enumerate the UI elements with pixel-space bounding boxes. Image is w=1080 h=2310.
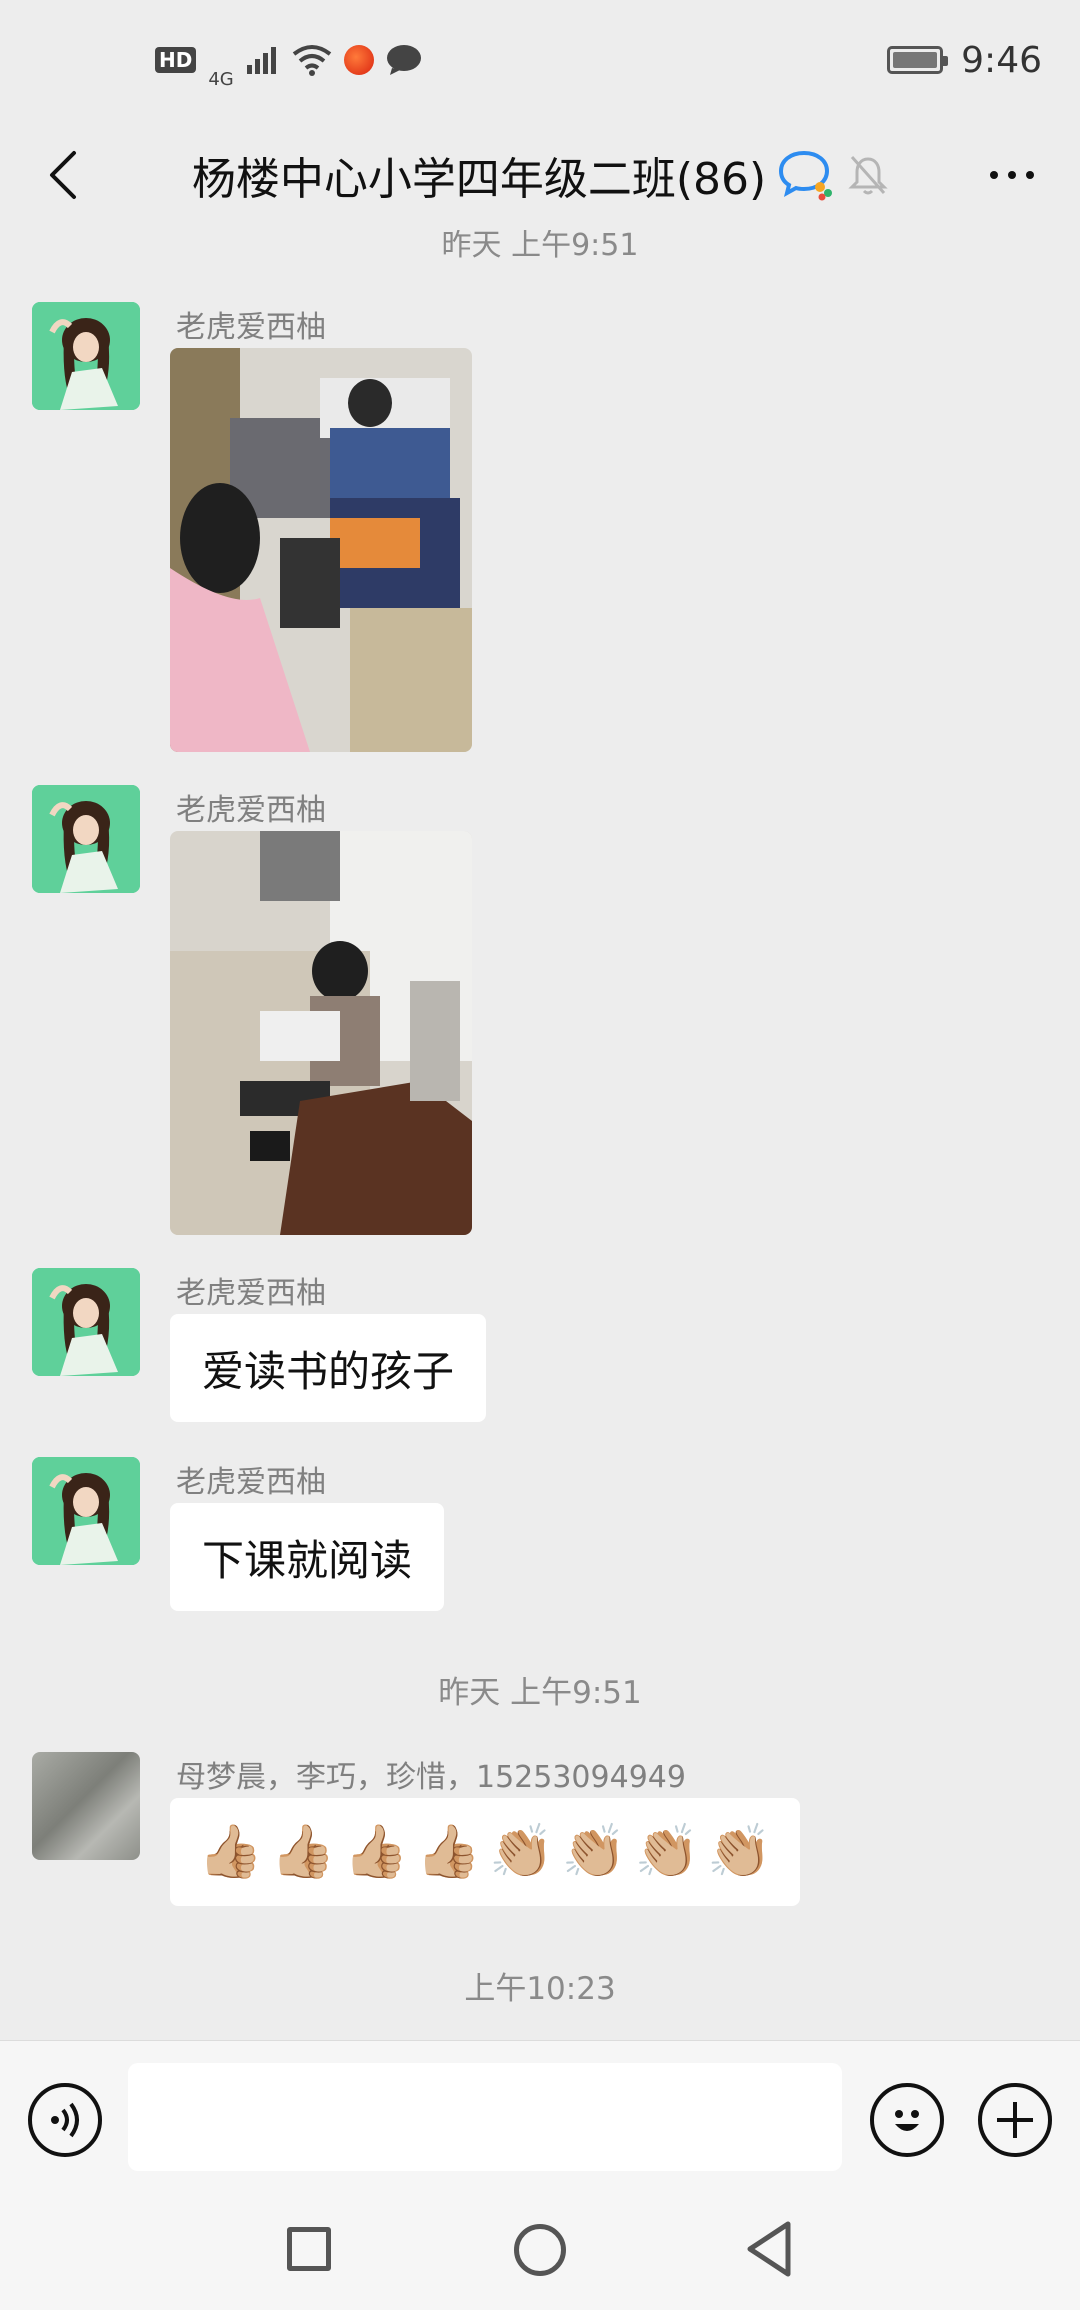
timestamp: 上午10:23 bbox=[464, 1971, 616, 2007]
status-bar: HD 4G 9:46 bbox=[0, 0, 1080, 120]
back-arrow-icon bbox=[50, 151, 76, 199]
chat-title: 杨楼中心小学四年级二班(86) bbox=[191, 154, 767, 205]
signal-icon bbox=[246, 47, 276, 74]
thumbs-up-emoji: 👍🏼 bbox=[198, 1822, 263, 1882]
wifi-icon bbox=[292, 45, 331, 76]
avatar[interactable] bbox=[32, 1268, 140, 1376]
sender-name: 老虎爱西柚 bbox=[176, 1465, 326, 1500]
message-input[interactable] bbox=[128, 2063, 842, 2171]
app-notification-icon bbox=[343, 45, 374, 75]
clock: 9:46 bbox=[961, 39, 1042, 81]
thumbs-up-emoji: 👍🏼 bbox=[416, 1822, 481, 1882]
timestamp: 昨天 上午9:51 bbox=[438, 1675, 642, 1711]
emoji-button[interactable] bbox=[870, 2083, 944, 2157]
thumbs-up-emoji: 👍🏼 bbox=[343, 1822, 409, 1882]
plus-icon bbox=[997, 2102, 1033, 2138]
avatar[interactable] bbox=[32, 302, 140, 410]
voice-icon bbox=[51, 2102, 79, 2138]
back-icon[interactable] bbox=[744, 2220, 794, 2278]
input-bar bbox=[0, 2040, 1080, 2190]
avatar[interactable] bbox=[32, 785, 140, 893]
status-right: 9:46 bbox=[887, 40, 1042, 81]
message-item: 老虎爱西柚 下课就阅读 bbox=[32, 1457, 1032, 1617]
system-navigation-bar bbox=[0, 2190, 1080, 2310]
thumbs-up-emoji: 👍🏼 bbox=[270, 1822, 336, 1882]
voice-button[interactable] bbox=[28, 2083, 102, 2157]
message-notification-icon bbox=[386, 45, 421, 75]
battery-icon bbox=[887, 46, 949, 74]
emoji-icon bbox=[895, 2110, 919, 2131]
message-item: 老虎爱西柚 bbox=[32, 785, 1032, 1245]
message-item: 母梦晨，李巧，珍惜，15253094949 👍🏼 👍🏼 👍🏼 👍🏼 👏🏼 👏🏼 … bbox=[32, 1752, 1032, 1912]
chat-header: 杨楼中心小学四年级二班(86) bbox=[0, 120, 1080, 230]
sender-name: 老虎爱西柚 bbox=[176, 793, 326, 828]
emoji-message-bubble[interactable]: 👍🏼 👍🏼 👍🏼 👍🏼 👏🏼 👏🏼 👏🏼 👏🏼 bbox=[170, 1798, 800, 1906]
avatar[interactable] bbox=[32, 1752, 140, 1860]
image-message[interactable] bbox=[170, 348, 472, 752]
clapping-hands-emoji: 👏🏼 bbox=[489, 1822, 554, 1882]
wecom-chat-icon bbox=[778, 149, 836, 201]
clapping-hands-emoji: 👏🏼 bbox=[707, 1822, 772, 1882]
message-item: 老虎爱西柚 爱读书的孩子 bbox=[32, 1268, 1032, 1428]
sender-name: 老虎爱西柚 bbox=[176, 310, 326, 345]
hd-badge: HD bbox=[155, 47, 197, 73]
text-message-bubble[interactable]: 下课就阅读 bbox=[170, 1503, 445, 1611]
title-wrap: 杨楼中心小学四年级二班(86) bbox=[192, 143, 888, 207]
text-message-bubble[interactable]: 爱读书的孩子 bbox=[170, 1314, 487, 1422]
sender-name: 母梦晨，李巧，珍惜，15253094949 bbox=[176, 1760, 686, 1795]
status-left: HD 4G bbox=[155, 31, 422, 89]
home-icon[interactable] bbox=[514, 2224, 566, 2276]
clapping-hands-emoji: 👏🏼 bbox=[561, 1822, 627, 1882]
image-message[interactable] bbox=[170, 831, 472, 1235]
recent-apps-icon[interactable] bbox=[287, 2227, 331, 2271]
avatar[interactable] bbox=[32, 1457, 140, 1565]
message-item: 老虎爱西柚 bbox=[32, 302, 1032, 762]
network-label: 4G bbox=[208, 69, 234, 90]
sender-name: 老虎爱西柚 bbox=[176, 1276, 326, 1311]
mute-bell-icon bbox=[848, 153, 888, 197]
clapping-hands-emoji: 👏🏼 bbox=[634, 1822, 700, 1882]
back-button[interactable] bbox=[30, 142, 96, 208]
more-icon bbox=[990, 171, 998, 179]
timestamp-partial: 昨天 上午9:51 bbox=[441, 230, 639, 263]
message-list[interactable]: 昨天 上午9:51 老虎爱西柚 老虎爱西柚 老虎爱西柚 爱读书的孩子 老虎爱西柚… bbox=[0, 230, 1080, 2040]
more-button[interactable] bbox=[972, 142, 1052, 208]
more-functions-button[interactable] bbox=[978, 2083, 1052, 2157]
